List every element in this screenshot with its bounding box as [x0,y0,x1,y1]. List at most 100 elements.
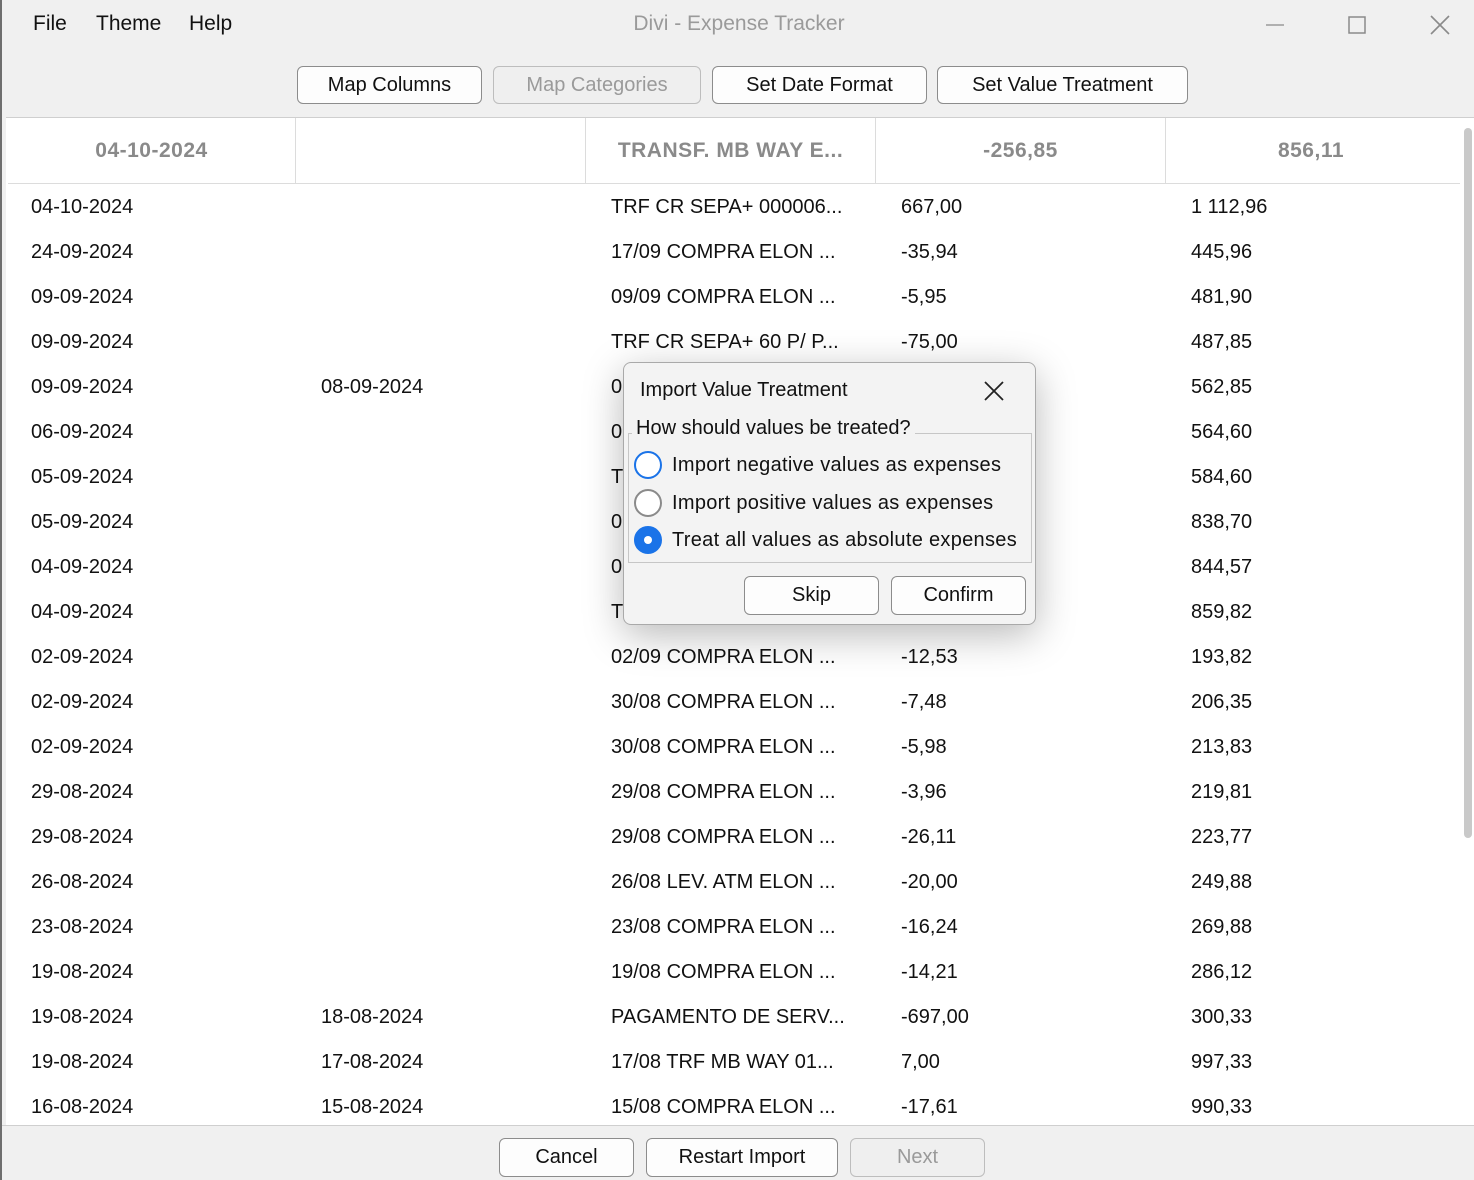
column-header[interactable]: 04-10-2024 [8,118,296,184]
table-cell: -75,00 [901,331,958,353]
table-cell: 09/09 COMPRA ELON ... [611,286,836,308]
table-cell: 844,57 [1191,556,1253,578]
table-cell: TRF CR SEPA+ 60 P/ P... [611,331,839,353]
table-row[interactable]: 09-09-2024 09/09 COMPRA ELON ... -5,95 481,… [6,275,1458,320]
column-header[interactable]: -256,85 [876,118,1166,184]
table-cell: -12,53 [901,646,958,668]
set-date-format-button[interactable]: Set Date Format [712,66,927,104]
table-cell: 19-08-2024 [31,961,134,983]
table-row[interactable]: 02-09-2024 02/09 COMPRA ELON ... -12,53 193… [6,635,1458,680]
table-cell: 09-09-2024 [31,331,134,353]
table-row[interactable]: 04-10-2024 TRF CR SEPA+ 000006... 667,00 1 … [6,185,1458,230]
table-cell: -17,61 [901,1096,958,1118]
option-negative-expenses[interactable]: Import negative values as expenses [634,450,1001,480]
table-row[interactable]: 19-08-2024 19/08 COMPRA ELON ... -14,21 286… [6,950,1458,995]
table-cell: 08-09-2024 [321,376,424,398]
table-row[interactable]: 02-09-2024 30/08 COMPRA ELON ... -7,48 206,… [6,680,1458,725]
menu-theme[interactable]: Theme [96,12,161,36]
table-cell: 06-09-2024 [31,421,134,443]
table-cell: 26/08 LEV. ATM ELON ... [611,871,836,893]
next-button: Next [850,1138,985,1177]
skip-button[interactable]: Skip [744,576,879,615]
table-row[interactable]: 29-08-2024 29/08 COMPRA ELON ... -26,11 223… [6,815,1458,860]
table-cell: PAGAMENTO DE SERV... [611,1006,845,1028]
table-cell: 445,96 [1191,241,1253,263]
table-cell: 17/08 TRF MB WAY 01... [611,1051,834,1073]
option-label: Import positive values as expenses [672,491,994,514]
table-cell: 17/09 COMPRA ELON ... [611,241,836,263]
table-cell: 15-08-2024 [321,1096,424,1118]
table-cell: 564,60 [1191,421,1253,443]
table-cell: 29-08-2024 [31,781,134,803]
column-header[interactable]: TRANSF. MB WAY E... [586,118,876,184]
table-cell: 7,00 [901,1051,940,1073]
title-bar: File Theme Help Divi - Expense Tracker [2,0,1474,50]
table-cell: 02-09-2024 [31,646,134,668]
table-cell: -35,94 [901,241,958,263]
table-cell: 487,85 [1191,331,1253,353]
table-cell: 213,83 [1191,736,1253,758]
table-cell: 29/08 COMPRA ELON ... [611,826,836,848]
table-cell: TRF CR SEPA+ 000006... [611,196,843,218]
table-cell: -16,24 [901,916,958,938]
table-cell: 481,90 [1191,286,1253,308]
table-cell: -7,48 [901,691,947,713]
table-row[interactable]: 23-08-2024 23/08 COMPRA ELON ... -16,24 269… [6,905,1458,950]
vertical-scrollbar[interactable] [1464,128,1472,838]
table-cell: 09-09-2024 [31,286,134,308]
column-header[interactable] [296,118,586,184]
table-row[interactable]: 19-08-2024 17-08-2024 17/08 TRF MB WAY 01.… [6,1040,1458,1085]
maximize-button[interactable] [1317,0,1397,50]
table-row[interactable]: 24-09-2024 17/09 COMPRA ELON ... -35,94 445… [6,230,1458,275]
table-cell: -5,95 [901,286,947,308]
menu-help[interactable]: Help [189,12,232,36]
menu-file[interactable]: File [33,12,67,36]
table-header: 04-10-2024 TRANSF. MB WAY E... -256,85 8… [8,118,1460,184]
table-cell: 09-09-2024 [31,376,134,398]
close-icon [984,381,1004,401]
table-cell: 16-08-2024 [31,1096,134,1118]
table-cell: -14,21 [901,961,958,983]
set-value-treatment-button[interactable]: Set Value Treatment [937,66,1188,104]
column-header[interactable]: 856,11 [1166,118,1456,184]
table-cell: 30/08 COMPRA ELON ... [611,736,836,758]
cancel-button[interactable]: Cancel [499,1138,634,1177]
table-cell: 23-08-2024 [31,916,134,938]
table-cell: 249,88 [1191,871,1253,893]
maximize-icon [1348,16,1366,34]
table-cell: 24-09-2024 [31,241,134,263]
dialog-close-button[interactable] [974,371,1014,411]
table-row[interactable]: 19-08-2024 18-08-2024 PAGAMENTO DE SERV...… [6,995,1458,1040]
restart-import-button[interactable]: Restart Import [646,1138,838,1177]
option-positive-expenses[interactable]: Import positive values as expenses [634,488,993,518]
table-cell: 997,33 [1191,1051,1253,1073]
radio-button-selected[interactable] [634,526,662,554]
close-window-button[interactable] [1400,0,1474,50]
option-label: Import negative values as expenses [672,453,1002,476]
table-cell: 19/08 COMPRA ELON ... [611,961,836,983]
table-cell: -3,96 [901,781,947,803]
table-cell: 562,85 [1191,376,1253,398]
table-cell: 17-08-2024 [321,1051,424,1073]
confirm-button[interactable]: Confirm [891,576,1026,615]
minimize-icon [1266,24,1284,26]
table-cell: 18-08-2024 [321,1006,424,1028]
table-row[interactable]: 02-09-2024 30/08 COMPRA ELON ... -5,98 213,… [6,725,1458,770]
table-cell: 05-09-2024 [31,511,134,533]
radio-button[interactable] [634,489,662,517]
option-absolute-expenses[interactable]: Treat all values as absolute expenses [634,525,1017,555]
map-columns-button[interactable]: Map Columns [297,66,482,104]
table-cell: 15/08 COMPRA ELON ... [611,1096,836,1118]
table-row[interactable]: 16-08-2024 15-08-2024 15/08 COMPRA ELON ..… [6,1085,1458,1125]
minimize-button[interactable] [1235,0,1315,50]
table-row[interactable]: 09-09-2024 TRF CR SEPA+ 60 P/ P... -75,00 4… [6,320,1458,365]
table-cell: 1 112,96 [1191,196,1268,218]
table-cell: 269,88 [1191,916,1253,938]
table-row[interactable]: 29-08-2024 29/08 COMPRA ELON ... -3,96 219,… [6,770,1458,815]
radio-button[interactable] [634,451,662,479]
table-cell: 26-08-2024 [31,871,134,893]
group-legend: How should values be treated? [632,417,915,440]
table-row[interactable]: 26-08-2024 26/08 LEV. ATM ELON ... -20,00 2… [6,860,1458,905]
table-cell: 19-08-2024 [31,1051,134,1073]
table-cell: 19-08-2024 [31,1006,134,1028]
